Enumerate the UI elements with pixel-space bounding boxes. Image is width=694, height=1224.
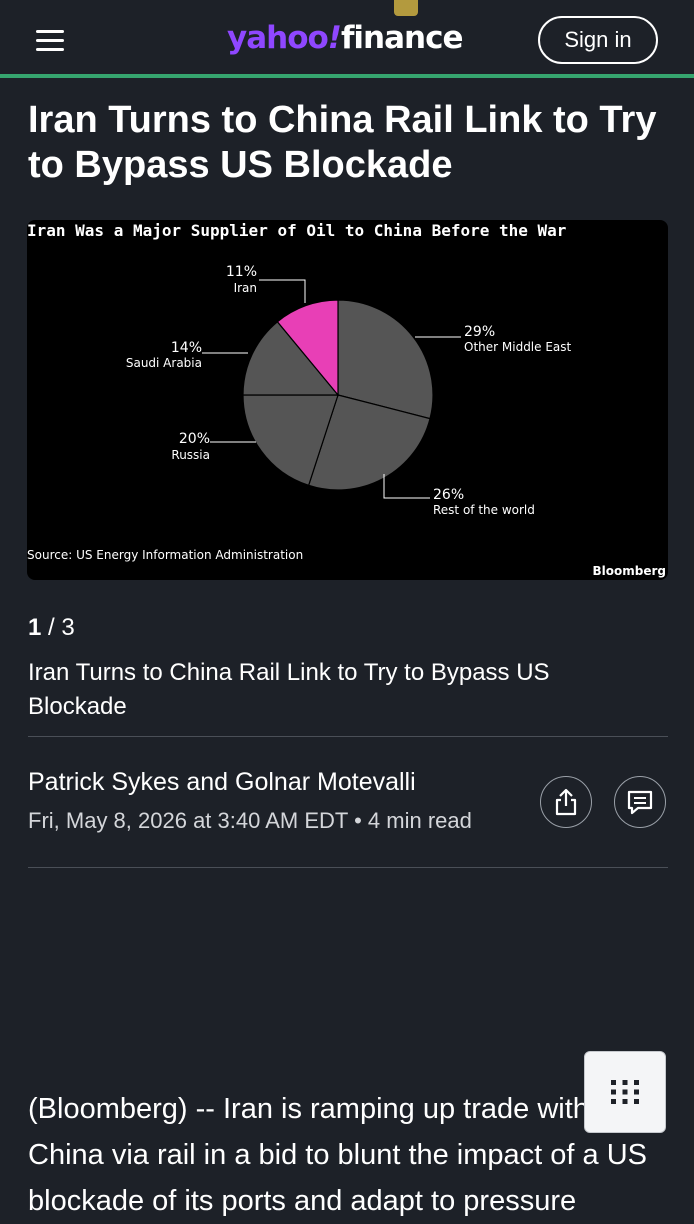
sign-in-button[interactable]: Sign in xyxy=(538,16,658,64)
top-nav-bar: yahoo!finance Sign in xyxy=(0,0,694,78)
slice-category-label: Russia xyxy=(171,448,210,462)
slice-percent-label: 14% xyxy=(171,340,202,356)
share-button[interactable] xyxy=(540,776,592,828)
slice-category-label: Other Middle East xyxy=(464,340,572,354)
yahoo-finance-logo[interactable]: yahoo!finance xyxy=(227,20,464,56)
floating-grid-button[interactable] xyxy=(584,1051,666,1133)
hamburger-menu-icon[interactable] xyxy=(36,30,64,52)
slice-category-label: Rest of the world xyxy=(433,503,535,517)
slice-percent-label: 20% xyxy=(179,431,210,447)
article-body-intro: (Bloomberg) -- Iran is ramping up trade … xyxy=(28,1093,647,1217)
author-names[interactable]: Patrick Sykes and Golnar Motevalli xyxy=(28,768,416,797)
slice-category-label: Iran xyxy=(234,281,257,295)
slice-percent-label: 26% xyxy=(433,487,464,503)
chart-title: Iran Was a Major Supplier of Oil to Chin… xyxy=(27,221,566,240)
chart-image[interactable]: Iran Was a Major Supplier of Oil to Chin… xyxy=(27,220,668,580)
comments-button[interactable] xyxy=(614,776,666,828)
read-time: 4 min read xyxy=(367,808,472,833)
leader-line xyxy=(259,279,306,303)
image-caption: Iran Turns to China Rail Link to Try to … xyxy=(28,659,550,720)
publish-date: Fri, May 8, 2026 at 3:40 AM EDT xyxy=(28,808,348,833)
divider xyxy=(28,867,668,868)
slice-category-label: Saudi Arabia xyxy=(126,356,202,370)
leader-line xyxy=(383,474,430,499)
publish-meta: Fri, May 8, 2026 at 3:40 AM EDT • 4 min … xyxy=(28,808,472,833)
article-headline: Iran Turns to China Rail Link to Try to … xyxy=(28,99,657,186)
grid-dots-icon xyxy=(611,1080,639,1104)
divider xyxy=(28,736,668,737)
status-indicator xyxy=(394,0,418,16)
share-icon xyxy=(555,788,577,816)
chart-source: Source: US Energy Information Administra… xyxy=(27,548,303,562)
slice-percent-label: 11% xyxy=(226,264,257,280)
gallery-counter: 1 / 3 xyxy=(28,614,75,641)
comment-icon xyxy=(627,790,653,815)
slice-percent-label: 29% xyxy=(464,324,495,340)
pie-chart: Iran Was a Major Supplier of Oil to Chin… xyxy=(27,221,667,578)
chart-brand: Bloomberg xyxy=(593,564,667,578)
header-accent-line xyxy=(0,74,694,78)
